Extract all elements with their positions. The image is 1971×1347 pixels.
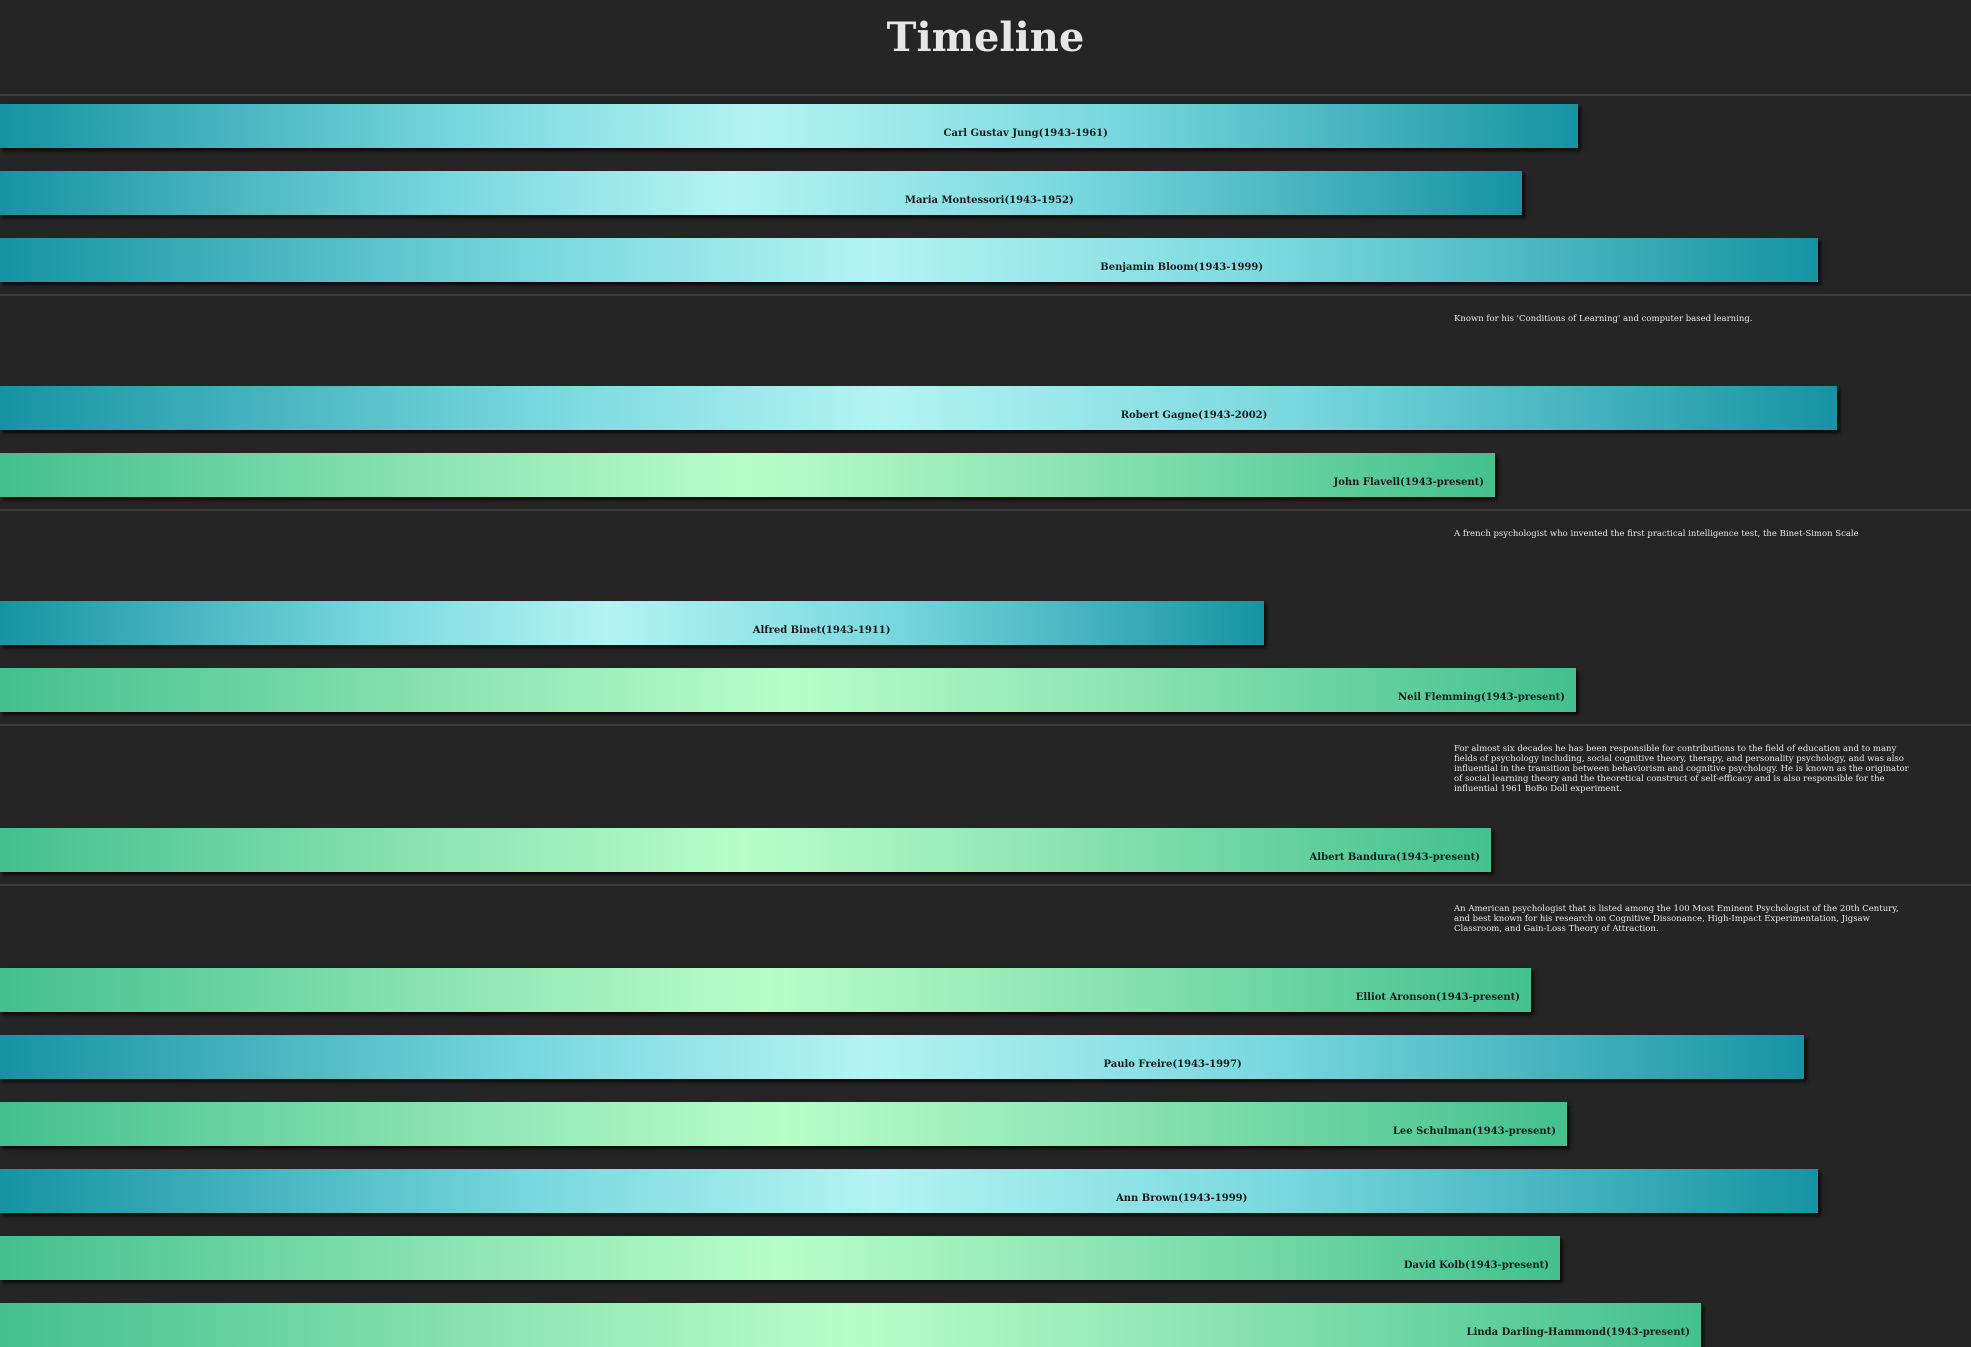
- timeline-bar: Paulo Freire(1943-1997): [0, 1035, 1804, 1079]
- bar-label: Paulo Freire(1943-1997): [1103, 1059, 1242, 1070]
- bar-label: Linda Darling-Hammond(1943-present): [1466, 1327, 1690, 1338]
- bar-label: John Flavell(1943-present): [1333, 477, 1484, 488]
- bar-label: Albert Bandura(1943-present): [1309, 852, 1480, 863]
- section-divider: [0, 294, 1971, 296]
- timeline-bar: John Flavell(1943-present): [0, 453, 1495, 497]
- timeline-bar: Albert Bandura(1943-present): [0, 828, 1491, 872]
- section-divider: [0, 724, 1971, 726]
- bar-label: Maria Montessori(1943-1952): [904, 195, 1074, 206]
- bar-label: Neil Flemming(1943-present): [1397, 692, 1565, 703]
- section-divider: [0, 509, 1971, 511]
- timeline-bar: Carl Gustav Jung(1943-1961): [0, 104, 1578, 148]
- bar-label: Alfred Binet(1943-1911): [752, 625, 891, 636]
- bar-label: Carl Gustav Jung(1943-1961): [943, 128, 1108, 139]
- bar-note: Known for his 'Conditions of Learning' a…: [1454, 314, 1753, 324]
- timeline-bar: Alfred Binet(1943-1911): [0, 601, 1264, 645]
- bar-label: Benjamin Bloom(1943-1999): [1100, 262, 1264, 273]
- bar-label: Robert Gagne(1943-2002): [1120, 410, 1268, 421]
- timeline-bar: Maria Montessori(1943-1952): [0, 171, 1522, 215]
- bar-note: A french psychologist who invented the f…: [1454, 529, 1859, 539]
- timeline-bar: Lee Schulman(1943-present): [0, 1102, 1567, 1146]
- timeline-bar: Benjamin Bloom(1943-1999): [0, 238, 1818, 282]
- bar-label: Ann Brown(1943-1999): [1116, 1193, 1248, 1204]
- timeline-bar: Linda Darling-Hammond(1943-present): [0, 1303, 1701, 1347]
- section-divider: [0, 94, 1971, 96]
- bar-label: David Kolb(1943-present): [1403, 1260, 1549, 1271]
- timeline-bar: Elliot Aronson(1943-present): [0, 968, 1531, 1012]
- bar-note: An American psychologist that is listed …: [1454, 904, 1899, 934]
- timeline-bar: Neil Flemming(1943-present): [0, 668, 1576, 712]
- timeline-bar: Robert Gagne(1943-2002): [0, 386, 1837, 430]
- timeline-bar: David Kolb(1943-present): [0, 1236, 1560, 1280]
- section-divider: [0, 884, 1971, 886]
- timeline-chart: Carl Gustav Jung(1943-1961) Maria Montess…: [0, 0, 1971, 1347]
- bar-note: For almost six decades he has been respo…: [1454, 744, 1909, 794]
- bar-label: Elliot Aronson(1943-present): [1355, 992, 1520, 1003]
- bar-label: Lee Schulman(1943-present): [1392, 1126, 1556, 1137]
- timeline-bar: Ann Brown(1943-1999): [0, 1169, 1818, 1213]
